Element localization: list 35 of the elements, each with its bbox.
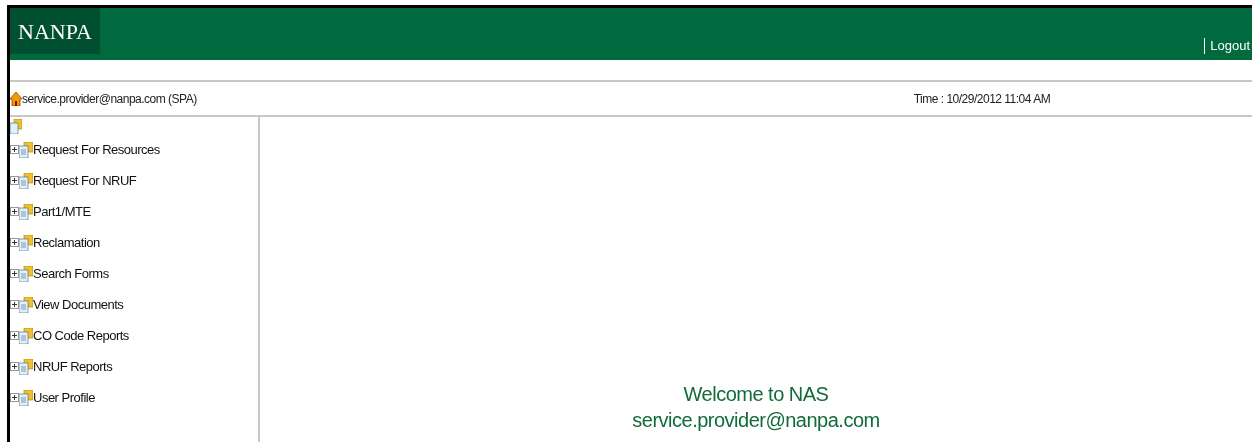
expand-icon[interactable] — [10, 300, 19, 309]
expand-icon[interactable] — [10, 362, 19, 371]
tree-item[interactable]: CO Code Reports — [33, 325, 129, 346]
expand-icon[interactable] — [10, 145, 19, 154]
tree-item[interactable]: Reclamation — [33, 232, 100, 253]
tree-item[interactable]: Part1/MTE — [33, 201, 91, 222]
folder-icon — [19, 389, 33, 406]
folder-icon — [19, 141, 33, 158]
expand-icon[interactable] — [10, 238, 19, 247]
expand-icon[interactable] — [10, 331, 19, 340]
expand-icon[interactable] — [10, 269, 19, 278]
welcome-user: service.provider@nanpa.com — [632, 408, 880, 433]
logo: NANPA — [10, 8, 100, 54]
folder-icon — [19, 265, 33, 282]
time-label: Time : 10/29/2012 11:04 AM — [913, 90, 1051, 108]
welcome-title: Welcome to NAS — [683, 382, 829, 407]
tree-item[interactable]: View Documents — [33, 294, 124, 315]
home-icon[interactable] — [10, 91, 22, 106]
logout-link[interactable]: Logout — [1204, 38, 1252, 54]
tree-item[interactable]: Request For NRUF — [33, 170, 137, 191]
expand-icon[interactable] — [10, 393, 19, 402]
folder-icon — [19, 172, 33, 189]
tree-item[interactable]: NRUF Reports — [33, 356, 113, 377]
expand-icon[interactable] — [10, 176, 19, 185]
expand-icon[interactable] — [10, 207, 19, 216]
folder-icon — [19, 296, 33, 313]
folder-icon — [19, 327, 33, 344]
folder-icon — [19, 234, 33, 251]
tree-item[interactable]: User Profile — [33, 387, 95, 408]
tree-item[interactable]: Search Forms — [33, 263, 109, 284]
root-folder-icon — [10, 119, 22, 134]
user-label: service.provider@nanpa.com (SPA) — [22, 90, 197, 108]
folder-icon — [19, 358, 33, 375]
tree-item[interactable]: Request For Resources — [33, 139, 160, 160]
folder-icon — [19, 203, 33, 220]
